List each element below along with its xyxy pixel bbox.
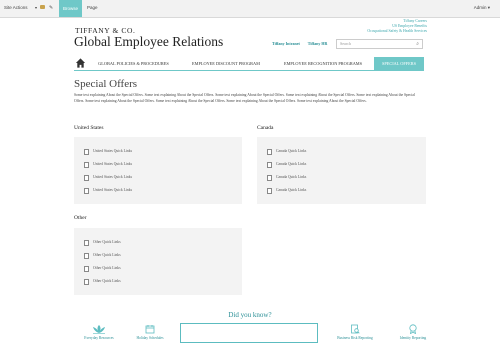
section-heading: Special Offers <box>74 78 138 90</box>
search-icon[interactable]: ⌕ <box>416 41 419 49</box>
nav-special-offers[interactable]: SPECIAL OFFERS <box>374 57 424 70</box>
document-icon <box>84 175 89 181</box>
business-risk-reporting-link[interactable]: Business Risk Reporting <box>328 324 382 340</box>
search-input[interactable]: Search ⌕ <box>336 39 423 49</box>
search-placeholder: Search <box>340 41 351 46</box>
document-magnifier-icon <box>351 324 360 334</box>
document-icon <box>84 279 89 285</box>
nav-divider <box>74 70 424 71</box>
utility-links: Tiffany Careers US Employee Benefits Occ… <box>367 19 427 34</box>
holiday-schedules-link[interactable]: Holiday Schedules <box>130 324 170 340</box>
us-quick-links-box: United States Quick Links United States … <box>74 137 242 204</box>
document-icon <box>267 188 272 194</box>
user-name: Admin <box>473 5 487 10</box>
tab-page[interactable]: Page <box>87 5 98 10</box>
document-icon <box>84 266 89 272</box>
other-section-title: Other <box>74 215 87 221</box>
nav-employee-discount[interactable]: EMPLOYEE DISCOUNT PROGRAM <box>181 57 271 70</box>
document-icon <box>267 175 272 181</box>
edit-icon[interactable]: ✎ <box>49 5 53 11</box>
holiday-schedules-label: Holiday Schedules <box>136 336 164 340</box>
badge-icon <box>409 324 417 334</box>
chevron-down-icon[interactable]: ▾ <box>35 5 37 10</box>
document-icon <box>84 253 89 259</box>
everyday-resources-label: Everyday Resources <box>84 336 114 340</box>
intro-text: Some text explaining About the Special O… <box>74 93 415 103</box>
document-icon <box>84 188 89 194</box>
chevron-down-icon: ▾ <box>487 5 490 10</box>
lotus-icon <box>93 325 105 334</box>
tab-browse[interactable]: Browse <box>59 0 82 17</box>
page-title: Global Employee Relations <box>74 34 224 49</box>
document-icon <box>84 240 89 246</box>
user-menu[interactable]: Admin ▾ <box>474 5 490 11</box>
home-icon[interactable] <box>75 57 86 69</box>
us-section-title: United States <box>74 125 104 131</box>
folder-icon[interactable] <box>40 5 45 9</box>
header-links: Tiffany Intranet Tiffany HR <box>272 41 334 46</box>
nav-global-policies[interactable]: GLOBAL POLICIES & PROCEDURES <box>92 57 175 70</box>
document-icon <box>267 149 272 155</box>
canada-section-title: Canada <box>257 125 274 131</box>
document-icon <box>84 149 89 155</box>
identity-reporting-label: Identity Reporting <box>399 336 427 340</box>
document-icon <box>267 162 272 168</box>
document-icon <box>84 162 89 168</box>
other-quick-links-box: Other Quick Links Other Quick Links Othe… <box>74 228 242 295</box>
nav-employee-recognition[interactable]: EMPLOYEE RECOGNITION PROGRAMS <box>274 57 372 70</box>
link-hr[interactable]: Tiffany HR <box>308 41 328 46</box>
identity-reporting-link[interactable]: Identity Reporting <box>392 324 434 340</box>
link-intranet[interactable]: Tiffany Intranet <box>272 41 300 46</box>
did-you-know-heading: Did you know? <box>228 311 272 319</box>
main-nav: GLOBAL POLICIES & PROCEDURES EMPLOYEE DI… <box>74 57 424 70</box>
calendar-icon <box>145 325 155 334</box>
canada-quick-links-box: Canada Quick Links Canada Quick Links Ca… <box>257 137 426 204</box>
business-risk-reporting-label: Business Risk Reporting <box>337 336 373 340</box>
site-actions-menu[interactable]: Site Actions <box>4 5 28 10</box>
ribbon: Site Actions ▾ ✎ Browse Page Admin ▾ <box>0 0 500 18</box>
everyday-resources-link[interactable]: Everyday Resources <box>77 324 121 340</box>
link-safety[interactable]: Occupational Safety & Health Services <box>367 29 427 34</box>
did-you-know-panel <box>180 323 318 343</box>
